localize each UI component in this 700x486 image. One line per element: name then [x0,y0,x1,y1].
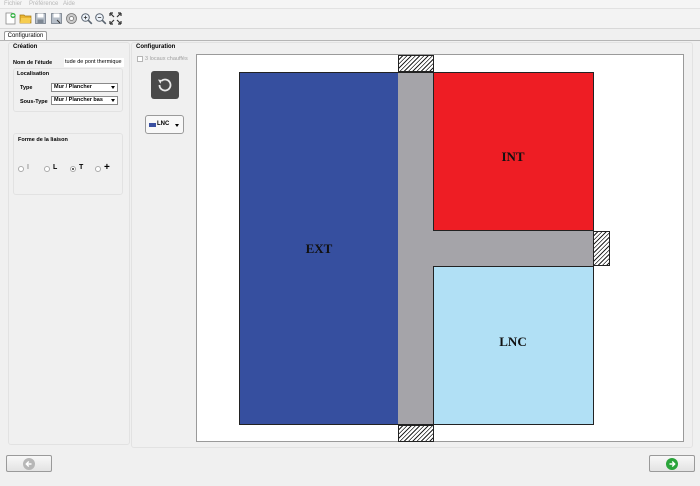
study-name-input[interactable]: tude de pont thermique [64,58,124,67]
liaison-option-plus: + [104,162,110,173]
chevron-down-icon [175,124,179,127]
liaison-option-t: T [79,164,84,171]
zone-selector-label: LNC [157,121,170,127]
diagram-canvas: EXT INT LNC [196,54,684,442]
adiabatic-hatch-top [398,55,434,72]
zoom-out-icon[interactable] [94,12,107,25]
chevron-down-icon [111,99,115,102]
toolbar [0,9,700,29]
zoom-in-icon[interactable] [80,12,93,25]
adiabatic-hatch-bottom [398,425,434,442]
liaison-radio-t[interactable] [70,166,76,172]
zone-ext-label: EXT [305,241,333,256]
type-select-value: Mur / Plancher [54,84,92,90]
next-arrow-icon [666,458,678,470]
tab-divider [0,40,700,41]
next-button[interactable] [649,455,695,472]
rotate-button[interactable] [151,71,179,99]
save-icon[interactable] [34,12,47,25]
liaison-title: Forme de la liaison [18,137,68,143]
adiabatic-hatch-right [593,231,610,266]
settings-icon[interactable] [65,12,78,25]
subtype-label: Sous-Type [20,99,48,105]
liaison-option-i: I [27,164,29,171]
study-name-label: Nom de l'étude [13,60,53,66]
menu-item-aide[interactable]: Aide [63,1,75,7]
wall-vertical [398,72,434,425]
heated-rooms-checkbox[interactable] [137,56,143,62]
type-label: Type [20,85,33,91]
save-as-icon[interactable] [50,12,63,25]
configuration-title: Configuration [136,44,176,50]
heated-rooms-label: 3 locaux chauffés [145,56,188,62]
liaison-option-l: L [53,164,58,171]
previous-arrow-icon [23,458,35,470]
rotate-icon [158,78,172,92]
localisation-title: Localisation [17,71,50,77]
menu-item-preference[interactable]: Préférence [29,1,58,7]
fit-screen-icon[interactable] [109,12,122,25]
previous-button[interactable] [6,455,52,472]
liaison-radio-plus[interactable] [95,166,101,172]
open-folder-icon[interactable] [19,12,32,25]
subtype-select-value: Mur / Plancher bas [54,97,103,103]
zone-int-label: INT [501,149,525,164]
subtype-select[interactable]: Mur / Plancher bas [51,96,118,105]
new-icon[interactable] [4,12,17,25]
creation-title: Création [13,44,38,50]
wall-horizontal [433,231,594,266]
liaison-radio-l[interactable] [44,166,50,172]
menu-item-fichier[interactable]: Fichier [4,1,22,7]
menu-bar: Fichier Préférence Aide [0,0,700,9]
zone-selector-button[interactable]: LNC [145,115,184,134]
chevron-down-icon [111,86,115,89]
type-select[interactable]: Mur / Plancher [51,83,118,92]
zone-lnc-label: LNC [499,334,527,349]
zone-color-swatch [149,123,156,127]
liaison-radio-i[interactable] [18,166,24,172]
